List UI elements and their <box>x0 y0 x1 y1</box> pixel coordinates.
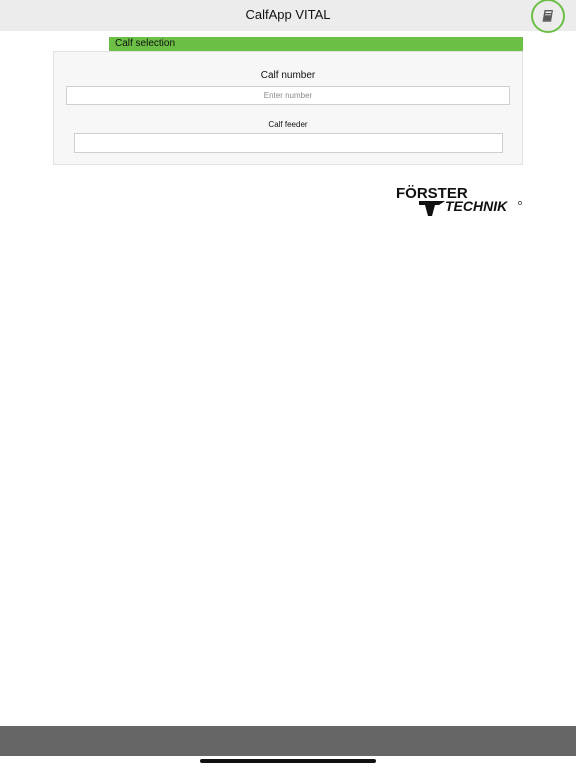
app-title: CalfApp VITAL <box>245 7 331 22</box>
bottom-bar <box>0 726 576 756</box>
book-icon <box>540 8 556 24</box>
calf-number-input[interactable] <box>66 86 510 105</box>
calf-number-label: Calf number <box>260 70 316 81</box>
calf-feeder-label: Calf feeder <box>268 120 308 129</box>
section-title-calf-selection: Calf selection <box>109 37 523 51</box>
home-indicator <box>200 759 376 763</box>
manual-button[interactable] <box>531 0 565 33</box>
calf-feeder-select[interactable] <box>74 133 503 153</box>
logo-line2: TECHNIK <box>445 198 508 214</box>
app-header: CalfApp VITAL <box>0 0 576 33</box>
calf-selection-panel: Calf number Calf feeder <box>53 51 523 165</box>
forster-technik-logo: FÖRSTER TECHNIK <box>395 184 525 218</box>
